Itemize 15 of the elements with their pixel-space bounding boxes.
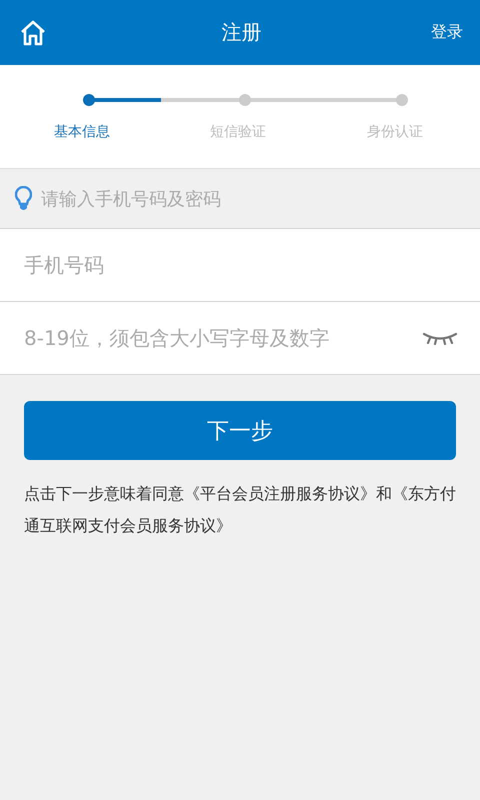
step-label: 身份认证	[367, 123, 423, 141]
lightbulb-icon	[15, 186, 32, 212]
password-field[interactable]: 8-19位，须包含大小写字母及数字	[0, 302, 480, 375]
password-input[interactable]: 8-19位，须包含大小写字母及数字	[24, 318, 422, 358]
next-button[interactable]: 下一步	[24, 401, 456, 460]
agreement-text: 点击下一步意味着同意《平台会员注册服务协议》和《东方付通互联网支付会员服务协议》	[24, 483, 456, 537]
login-link[interactable]: 登录	[431, 22, 463, 43]
closed-eye-icon[interactable]	[422, 331, 458, 345]
home-icon[interactable]	[20, 20, 46, 46]
hint-text: 请输入手机号码及密码	[41, 188, 221, 210]
step-label: 短信验证	[210, 123, 266, 141]
page-title: 注册	[222, 19, 262, 46]
phone-input[interactable]: 手机号码	[24, 245, 458, 285]
phone-field[interactable]: 手机号码	[0, 229, 480, 302]
step-label: 基本信息	[54, 123, 110, 141]
